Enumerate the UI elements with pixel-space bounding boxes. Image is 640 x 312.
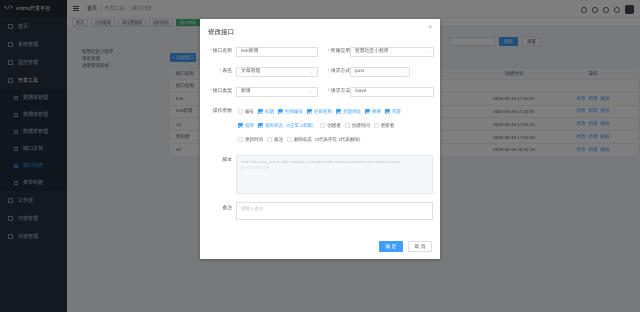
form-row: *接口类型 新增 ⌄ *请求方法 /save — [200, 86, 440, 98]
checkbox-del-flag[interactable]: 删除标志（0代表存在 2代表删除） — [287, 135, 363, 144]
type-select-value: 新增 — [241, 89, 251, 94]
type-select[interactable]: 新增 ⌄ — [236, 87, 318, 97]
ops-checkbox-group-3: 更新时间 备注 删除标志（0代表存在 2代表删除） — [238, 135, 438, 144]
checkbox-remark[interactable]: 备注 — [267, 135, 283, 144]
field-label: *接口类型 — [209, 89, 232, 94]
app-select-value: 智慧社区小程序 — [355, 49, 389, 54]
checkbox-category-id[interactable]: 栏目编号 — [278, 107, 303, 116]
table-select-value: 文章管理 — [241, 69, 261, 74]
table-select[interactable]: 文章管理 ⌄ — [236, 67, 318, 77]
checkbox-id[interactable]: 编号 — [238, 107, 254, 116]
field-label: *表名 — [219, 69, 232, 74]
checkbox-content[interactable]: 内容 — [385, 107, 401, 116]
checkbox-updated-at[interactable]: 更新时间 — [238, 135, 263, 144]
ops-checkbox-group: 编号 标题 栏目编号 栏目名称 封面地址 摘要 内容 — [238, 107, 438, 116]
chevron-down-icon: ⌄ — [309, 69, 313, 74]
field-label: 备注 — [222, 206, 232, 211]
field-label: *请求方式 — [327, 69, 350, 74]
dialog-title: 修改接口 — [208, 29, 234, 36]
note-textarea[interactable]: 请输入备注 — [236, 202, 433, 220]
method-select[interactable]: post ⌄ — [350, 67, 410, 77]
app-select[interactable]: 智慧社区小程序 ⌄ — [350, 47, 434, 57]
method-select-value: post — [355, 69, 365, 74]
ops-checkbox-group-2: 排序 发布状态（0正常 1草稿） 创建者 创建时间 更新者 — [238, 121, 438, 130]
field-label: 操作参数 — [212, 109, 232, 114]
field-label: *接口名称 — [209, 49, 232, 54]
sql-script-textarea[interactable]: insert into cms_article (title,category_… — [236, 155, 433, 194]
checkbox-status[interactable]: 发布状态（0正常 1草稿） — [258, 121, 316, 130]
checkbox-category-name[interactable]: 栏目名称 — [307, 107, 332, 116]
checkbox-cover[interactable]: 封面地址 — [336, 107, 361, 116]
checkbox-created-at[interactable]: 创建时间 — [344, 121, 370, 130]
field-label: *请求方法 — [327, 89, 350, 94]
chevron-down-icon: ⌄ — [401, 69, 405, 74]
form-row: *表名 文章管理 ⌄ *请求方式 post ⌄ — [200, 66, 440, 78]
field-label: *所属应用 — [327, 49, 350, 54]
api-name-input[interactable]: test新增 — [236, 47, 318, 57]
checkbox-summary[interactable]: 摘要 — [365, 107, 381, 116]
checkbox-sort[interactable]: 排序 — [238, 121, 254, 130]
form-row: *接口名称 test新增 *所属应用 智慧社区小程序 ⌄ — [200, 46, 440, 58]
cancel-button[interactable]: 取 消 — [408, 241, 432, 252]
checkbox-creator[interactable]: 创建者 — [320, 121, 341, 130]
confirm-button[interactable]: 确 定 — [379, 241, 403, 252]
checkbox-updater[interactable]: 更新者 — [373, 121, 394, 130]
chevron-down-icon: ⌄ — [309, 89, 313, 94]
close-icon[interactable]: × — [428, 25, 432, 31]
field-label: 脚本 — [222, 158, 232, 163]
path-input[interactable]: /save — [350, 87, 434, 97]
edit-api-dialog: 修改接口 × *接口名称 test新增 *所属应用 智慧社区小程序 ⌄ *表名 文… — [200, 19, 440, 259]
chevron-down-icon: ⌄ — [425, 49, 429, 54]
checkbox-title[interactable]: 标题 — [258, 107, 274, 116]
